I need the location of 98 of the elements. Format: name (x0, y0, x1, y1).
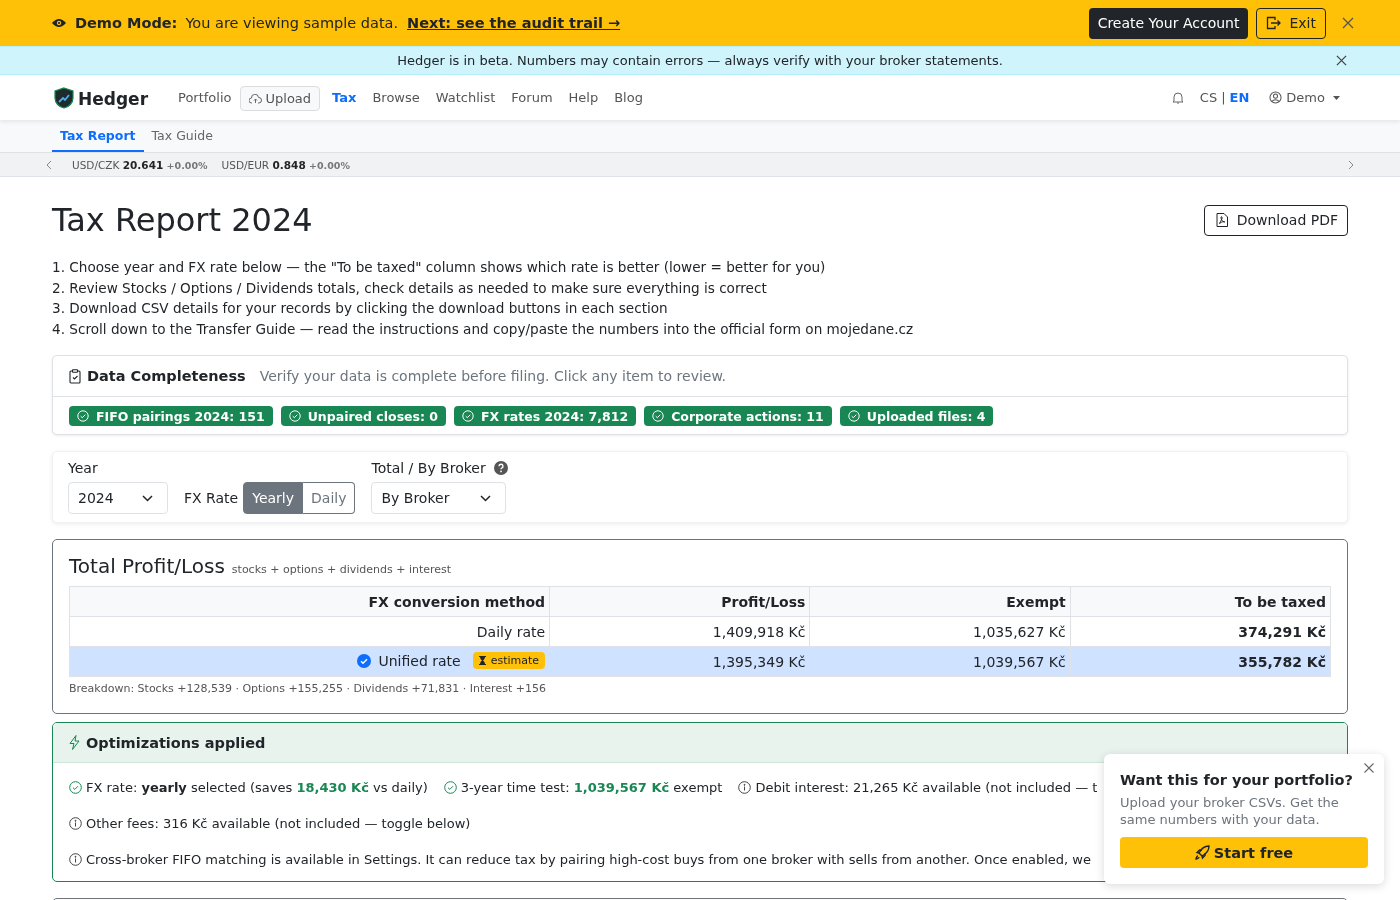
instruction-step: 3. Download CSV details for your records by clicking the download buttons in each section (52, 298, 1348, 319)
chevron-left-icon[interactable] (46, 159, 52, 170)
status-badge[interactable]: FX rates 2024: 7,812 (454, 406, 637, 426)
nav-link[interactable]: Forum (503, 90, 561, 105)
popup-text: Upload your broker CSVs. Get the same numbers with your data. (1120, 794, 1340, 828)
table-cell: 374,291 Kč (1070, 616, 1331, 647)
section-title: Optimizations applied (86, 734, 266, 751)
chevron-down-icon (142, 494, 153, 502)
info-icon (738, 780, 752, 794)
page-title: Tax Report 2024 (52, 201, 313, 239)
popup-title: Want this for your portfolio? (1120, 772, 1354, 788)
language-link[interactable]: CS (1199, 90, 1218, 105)
table-cell: 1,395,349 Kč (549, 646, 810, 677)
section-hint: Verify your data is complete before filing. Click any item to review. (259, 368, 727, 384)
download-pdf-button[interactable]: Download PDF (1203, 204, 1348, 236)
check-circle-icon (356, 653, 371, 668)
check-circle-icon (77, 410, 89, 422)
clipboard-check-icon (69, 368, 81, 384)
upload-button[interactable]: Upload (239, 86, 321, 111)
close-icon[interactable] (1342, 17, 1354, 29)
status-badge[interactable]: Corporate actions: 11 (644, 406, 832, 426)
field-label: Year (68, 460, 99, 476)
eye-icon (52, 18, 66, 28)
info-icon (69, 816, 82, 830)
fx-rate-toggle[interactable]: Yearly (243, 482, 304, 514)
nav-link[interactable]: Blog (606, 90, 651, 105)
check-circle-icon (69, 780, 82, 794)
nav-link[interactable]: Browse (364, 90, 428, 105)
demo-label: Demo Mode: (75, 15, 178, 31)
exchange-rate-quote: USD/CZK 20.641 +0.00% (72, 158, 208, 171)
optimization-text: 3-year time test: 1,039,567 Kč exempt (460, 779, 723, 795)
check-circle-icon (288, 410, 301, 422)
method-name: Unified rate (378, 652, 461, 669)
create-account-button[interactable]: Create Your Account (1088, 7, 1249, 39)
help-icon[interactable] (493, 461, 508, 475)
nav-link[interactable]: Portfolio (170, 90, 240, 105)
beta-text: Hedger is in beta. Numbers may contain errors — always verify with your broker statements. (397, 53, 1003, 68)
nav-link[interactable]: Tax (324, 90, 365, 105)
breakdown-text: Breakdown: Stocks +128,539 · Options +155,255 · Dividends +71,831 · Interest +156 (69, 682, 547, 695)
subnav-tab[interactable]: Tax Guide (143, 120, 221, 152)
column-header: FX conversion method (69, 586, 550, 617)
instruction-step: 1. Choose year and FX rate below — the "To be taxed" column shows which rate is better (lower = better for you) (52, 257, 1348, 278)
check-circle-icon (443, 780, 457, 794)
exit-button[interactable]: Exit (1256, 7, 1326, 39)
caret-icon (1333, 95, 1340, 100)
hourglass-icon (478, 656, 486, 666)
shield-chart-icon (54, 86, 74, 109)
nav-link[interactable]: Help (560, 90, 607, 105)
close-icon[interactable] (1336, 55, 1347, 66)
exit-icon (1266, 16, 1283, 30)
cloud-upload-icon (248, 93, 262, 104)
status-badge[interactable]: Unpaired closes: 0 (280, 406, 447, 426)
optimization-text: Other fees: 316 Kč available (not included — toggle below) (86, 815, 471, 831)
section-title: Data Completeness (87, 368, 246, 384)
field-label: Total / By Broker (371, 460, 486, 476)
check-circle-icon (847, 410, 860, 422)
column-header: To be taxed (1070, 586, 1331, 617)
demo-text: You are viewing sample data. (185, 15, 399, 31)
user-menu[interactable]: Demo (1269, 90, 1340, 105)
method-name: Daily rate (476, 623, 546, 640)
bell-icon[interactable] (1171, 91, 1184, 104)
status-badge[interactable]: Uploaded files: 4 (839, 406, 994, 426)
audit-trail-link[interactable]: Next: see the audit trail → (407, 15, 621, 31)
lightning-icon (69, 735, 80, 750)
estimate-badge: estimate (472, 652, 546, 670)
field-label: FX Rate (184, 490, 239, 506)
table-cell: 1,035,627 Kč (809, 616, 1071, 647)
column-header: Exempt (809, 586, 1071, 617)
close-icon[interactable] (1364, 763, 1374, 773)
fx-rate-toggle[interactable]: Daily (303, 482, 356, 514)
nav-link[interactable]: Watchlist (427, 90, 504, 105)
optimization-text: Cross-broker FIFO matching is available in Settings. It can reduce tax by pairing high-cost buys from one broker with sells from another. Once enabled, we (86, 851, 1091, 867)
check-circle-icon (462, 410, 475, 422)
language-link[interactable]: EN (1229, 90, 1250, 105)
table-cell: 1,039,567 Kč (809, 646, 1071, 677)
optimization-text: Debit interest: 21,265 Kč available (not included — t (755, 779, 1098, 795)
pdf-file-icon (1215, 213, 1228, 227)
broker-select[interactable]: By Broker (371, 482, 507, 514)
column-header: Profit/Loss (549, 586, 810, 617)
check-circle-icon (652, 410, 665, 422)
section-title: Total Profit/Loss (69, 554, 225, 578)
table-cell: 355,782 Kč (1070, 646, 1331, 677)
language-separator: | (1221, 90, 1226, 105)
rocket-icon (1194, 845, 1210, 860)
brand-name: Hedger (78, 89, 148, 109)
start-free-button[interactable]: Start free (1120, 837, 1368, 868)
instruction-step: 4. Scroll down to the Transfer Guide — read the instructions and copy/paste the numbers into the official form on mojedane.cz (52, 318, 1348, 339)
info-icon (69, 852, 82, 866)
chevron-down-icon (480, 494, 492, 502)
chevron-right-icon[interactable] (1348, 159, 1354, 170)
exchange-rate-quote: USD/EUR 0.848 +0.00% (221, 158, 350, 171)
instruction-step: 2. Review Stocks / Options / Dividends totals, check details as needed to make sure everything is correct (52, 277, 1348, 298)
year-select[interactable]: 2024 (68, 482, 168, 514)
table-cell: 1,409,918 Kč (549, 616, 810, 647)
optimization-text: FX rate: yearly selected (saves 18,430 Kč vs daily) (86, 779, 428, 795)
user-icon (1269, 91, 1283, 104)
status-badge[interactable]: FIFO pairings 2024: 151 (69, 406, 273, 426)
section-subtitle: stocks + options + dividends + interest (231, 563, 452, 576)
